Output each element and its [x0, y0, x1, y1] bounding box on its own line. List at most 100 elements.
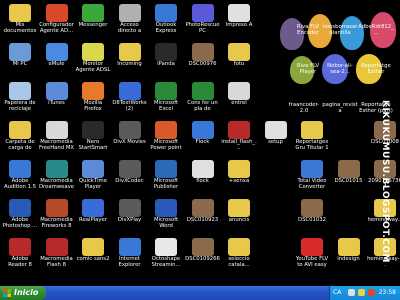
app-icon	[45, 4, 68, 22]
desktop-icon[interactable]: RealPlayer	[75, 199, 111, 239]
desktop-icon-label: Total Video Converter	[297, 178, 327, 190]
clock[interactable]: 23:58	[379, 286, 396, 300]
desktop-icon[interactable]: anuncis	[221, 199, 257, 239]
desktop-icon-label: PhotoRescue PC	[185, 22, 220, 34]
owl-illustration	[278, 10, 400, 88]
desktop-icon[interactable]: Adobe Audition 1.5	[2, 160, 38, 200]
app-icon	[301, 160, 323, 178]
desktop-icon[interactable]: Nero StartSmart	[75, 121, 111, 161]
desktop-icon[interactable]: DSC01015	[331, 160, 367, 200]
desktop-icon[interactable]: Mi PC	[2, 43, 38, 83]
desktop-icon[interactable]: Microsoft Publisher	[148, 160, 184, 200]
desktop-icon[interactable]: Outlook Express	[148, 4, 184, 44]
desktop-icon-label[interactable]: fraancoder-2.0	[286, 102, 322, 114]
app-icon	[82, 4, 104, 22]
desktop-icon[interactable]: Flock	[185, 121, 221, 161]
desktop-icon[interactable]: Monitor Agente ADSL USB	[75, 43, 111, 83]
desktop-icon[interactable]: Total Video Converter	[294, 160, 330, 200]
desktop-icon[interactable]: Macromedia Dreamweaver 8	[39, 160, 75, 200]
desktop-icon[interactable]: D8TextWorks (2)	[112, 82, 148, 122]
desktop-icon[interactable]: Reportatges Gru Titular 1	[294, 121, 330, 161]
desktop-icon-label[interactable]: AdbeRdr812_...	[358, 24, 394, 36]
desktop-icon[interactable]: DSC01032	[294, 199, 330, 239]
desktop-icon[interactable]: Impreso A	[221, 4, 257, 44]
desktop-icon[interactable]: iPanda	[148, 43, 184, 83]
desktop-icon-label[interactable]: Riva FLV Player	[290, 63, 326, 75]
desktop-icon[interactable]: indesign	[331, 238, 367, 278]
desktop-icon[interactable]: fotu	[221, 43, 257, 83]
desktop-icon[interactable]: Macromedia Fireworks 8	[39, 199, 75, 239]
desktop-icon[interactable]: Mis documentos	[2, 4, 38, 44]
desktop-icon[interactable]: +xenxa	[221, 160, 257, 200]
desktop-icon[interactable]: Macromedia FreeHand MX	[39, 121, 75, 161]
desktop-icon-label: Macromedia Flash 8	[40, 256, 73, 268]
desktop-icon[interactable]: Configurador Agente AD...	[39, 4, 75, 44]
desktop-icon[interactable]: Mozilla Firefox	[75, 82, 111, 122]
desktop-icon-label: install_flash_...	[221, 139, 257, 151]
desktop-icon[interactable]: Incoming	[112, 43, 148, 83]
start-label: Inicio	[14, 288, 39, 297]
desktop-icon[interactable]: DivXPlay	[112, 199, 148, 239]
app-icon	[45, 160, 68, 178]
desktop-icon[interactable]: DSC0109266	[185, 238, 221, 278]
app-icon	[9, 4, 31, 22]
desktop-icon-label[interactable]: Riva FLV Encoder	[290, 24, 326, 36]
desktop-icon[interactable]: Adobe Reader 8	[2, 238, 38, 278]
app-icon	[9, 160, 31, 178]
desktop-icon[interactable]: iTunes	[39, 82, 75, 122]
desktop-icon-label: fotu	[233, 61, 245, 67]
desktop-icon-label: Reportatges Gru Titular 1	[295, 139, 329, 151]
app-icon	[264, 121, 287, 139]
desktop-icon-label: DSC01015	[334, 178, 363, 184]
desktop-icon[interactable]: seleccio catala...	[221, 238, 257, 278]
desktop-icon[interactable]: DivXCodec	[112, 160, 148, 200]
desktop-icon-label: flock	[196, 178, 209, 184]
app-icon	[118, 160, 141, 178]
desktop-icon[interactable]: DSC010923	[185, 199, 221, 239]
desktop-icon[interactable]: Carpeta de carga de Sh...	[2, 121, 38, 161]
desktop-icon-label: YouTube FLV to AVI easy con...	[295, 256, 329, 268]
desktop-icon-label[interactable]: noesborrasar plantilla	[322, 24, 358, 36]
desktop-icon[interactable]: DivX Movies	[112, 121, 148, 161]
network-icon[interactable]	[348, 289, 355, 296]
desktop-icon-label[interactable]: Reportatge Esther (part1)	[358, 63, 394, 75]
desktop-icon[interactable]: setup	[258, 121, 294, 161]
app-icon	[155, 121, 177, 139]
desktop-icon[interactable]: install_flash_...	[221, 121, 257, 161]
desktop-icon-label: Messenger	[78, 22, 108, 28]
desktop-icon-label: Carpeta de carga de Sh...	[5, 139, 35, 151]
desktop-icon-label[interactable]: Nobor-ali-sea-2...	[322, 63, 358, 75]
desktop-icon[interactable]: comic sans2	[75, 238, 111, 278]
desktop-icon[interactable]: YouTube FLV to AVI easy con...	[294, 238, 330, 278]
language-indicator[interactable]: CA	[333, 286, 341, 300]
desktop-icon[interactable]: Adobe Photoshop ...	[2, 199, 38, 239]
app-icon	[228, 4, 250, 22]
desktop-icon[interactable]: PhotoRescue PC	[185, 4, 221, 44]
desktop-icon[interactable]: Messenger	[75, 4, 111, 44]
desktop-icon[interactable]: Microsoft Word	[148, 199, 184, 239]
desktop-icon-label: Internet Explorer	[118, 256, 141, 268]
volume-icon[interactable]	[358, 289, 365, 296]
desktop-icon[interactable]: Internet Explorer	[112, 238, 148, 278]
desktop-icon[interactable]: Microsoft Power point	[148, 121, 184, 161]
desktop-icon-label: indesign	[337, 256, 360, 262]
desktop-icon[interactable]: DSC00976	[185, 43, 221, 83]
desktop-icon[interactable]: eMule	[39, 43, 75, 83]
desktop-icon[interactable]: Octoshape Streamin...	[148, 238, 184, 278]
security-icon[interactable]	[368, 289, 375, 296]
app-icon	[118, 43, 141, 61]
desktop-icon[interactable]: Papelera de reciclaje	[2, 82, 38, 122]
desktop-icon[interactable]: Microsoft Excel	[148, 82, 184, 122]
desktop-icon-label: Impreso A	[225, 22, 253, 28]
desktop-icon-label[interactable]: pagina_revista	[322, 102, 358, 114]
desktop-icon[interactable]: Cons fer un pla de comunicació	[185, 82, 221, 122]
desktop-icon[interactable]: flock	[185, 160, 221, 200]
desktop-icon[interactable]: QuickTime Player	[75, 160, 111, 200]
desktop-icon[interactable]: Acceso directo a Disco de 3...	[112, 4, 148, 44]
desktop-icon[interactable]: entrel	[221, 82, 257, 122]
app-icon	[82, 160, 104, 178]
desktop-icon-label: Monitor Agente ADSL USB	[75, 61, 111, 73]
desktop-icon[interactable]: Macromedia Flash 8	[39, 238, 75, 278]
desktop-icon-label: RealPlayer	[79, 217, 107, 223]
start-button[interactable]: Inicio	[0, 286, 46, 300]
